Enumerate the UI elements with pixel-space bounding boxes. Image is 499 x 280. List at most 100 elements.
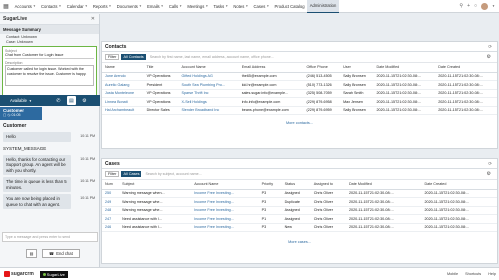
- gear-icon[interactable]: ⚙: [80, 96, 89, 105]
- table-cell[interactable]: Linnea Bonati: [102, 97, 144, 107]
- table-cell[interactable]: Justa Monteleone: [102, 89, 144, 98]
- column-header[interactable]: Assigned to: [310, 180, 346, 190]
- availability-status[interactable]: Available: [10, 98, 27, 103]
- contacts-search-input[interactable]: Search by first name, last name, email a…: [150, 55, 274, 59]
- column-header[interactable]: Account Name: [178, 63, 239, 73]
- bell-icon[interactable]: ○: [474, 3, 477, 9]
- gear-icon[interactable]: ⚙: [487, 171, 491, 177]
- nav-cases[interactable]: Cases ▼: [251, 0, 272, 13]
- column-header[interactable]: Date Modified: [346, 180, 422, 190]
- table-cell[interactable]: X-Sell Holdings: [178, 97, 239, 107]
- nav-emails[interactable]: Emails ▼: [144, 0, 166, 13]
- table-row[interactable]: 250 Warning message when... Income Free In…: [102, 189, 497, 198]
- chevron-down-icon: ▼: [58, 4, 62, 8]
- table-row[interactable]: Aurelio Galang President South Sea Plumbin…: [102, 80, 497, 90]
- end-chat-button[interactable]: ☎ End chat: [42, 248, 80, 258]
- nav-product-catalog[interactable]: Product Catalog: [272, 0, 307, 13]
- attach-button[interactable]: ▤: [26, 248, 37, 258]
- more-cases-link[interactable]: More cases...: [102, 240, 497, 244]
- column-header[interactable]: Status: [281, 180, 311, 190]
- all-cases-filter[interactable]: All Cases: [121, 171, 142, 177]
- column-header[interactable]: Date Created: [421, 180, 497, 190]
- table-cell[interactable]: Income Free Investing...: [191, 189, 259, 198]
- nav-calendar[interactable]: Calendar ▼: [64, 0, 90, 13]
- nav-calls[interactable]: Calls ▼: [166, 0, 184, 13]
- sugarlive-footer-button[interactable]: SugarLive: [39, 270, 68, 278]
- chevron-down-icon[interactable]: ▼: [29, 99, 32, 103]
- filter-button[interactable]: Filter: [105, 54, 120, 60]
- all-contacts-filter[interactable]: All Contacts: [121, 54, 146, 60]
- column-header[interactable]: Account Name: [191, 180, 259, 190]
- table-cell[interactable]: Aurelio Galang: [102, 80, 144, 90]
- column-header[interactable]: Office Phone: [303, 63, 341, 73]
- refresh-icon[interactable]: ⟳: [488, 44, 492, 50]
- table-row[interactable]: Justa Monteleone VP Operations Sparse Thri…: [102, 89, 497, 98]
- description-field[interactable]: Customer called for login issue. Worked …: [5, 65, 94, 86]
- column-header[interactable]: User: [340, 63, 374, 73]
- table-cell[interactable]: 248: [102, 206, 120, 215]
- table-cell: Sally Bronsen: [340, 106, 374, 115]
- table-cell[interactable]: Sparse Thrift Inc: [178, 89, 239, 98]
- column-header[interactable]: Title: [143, 63, 179, 73]
- table-row[interactable]: 249 Warning message whe... Income Free Inv…: [102, 197, 497, 207]
- phone-icon[interactable]: ✆: [54, 96, 63, 105]
- nav-administration[interactable]: Administration: [307, 0, 339, 13]
- table-row[interactable]: Hal Archambeault Director Sales Slender Br…: [102, 106, 497, 115]
- column-header[interactable]: Priority: [258, 180, 282, 190]
- gear-icon[interactable]: ⚙: [487, 54, 491, 60]
- customer-contact-tab[interactable]: Customer ▢ ◷ 01:05: [0, 107, 42, 120]
- nav-reports[interactable]: Reports ▼: [90, 0, 114, 13]
- table-cell[interactable]: Income Free Investing...: [191, 197, 259, 207]
- nav-accounts[interactable]: Accounts ▼: [12, 0, 38, 13]
- cases-search-input[interactable]: Search by subject, account name...: [145, 172, 201, 176]
- table-cell[interactable]: Hal Archambeault: [102, 106, 144, 115]
- nav-meetings[interactable]: Meetings ▼: [185, 0, 211, 13]
- column-header[interactable]: Subject: [119, 180, 192, 190]
- footer-shortcuts-link[interactable]: Shortcuts: [465, 272, 481, 276]
- table-cell[interactable]: Slender Broadband Inc: [178, 106, 239, 115]
- close-icon[interactable]: ✕: [91, 16, 95, 22]
- refresh-icon[interactable]: ⟳: [488, 161, 492, 167]
- more-contacts-link[interactable]: More contacts...: [102, 121, 497, 125]
- nav-label: Calendar: [66, 3, 84, 9]
- chat-message-input[interactable]: Type a message and press enter to send: [2, 232, 98, 242]
- avatar[interactable]: [481, 2, 489, 10]
- table-cell[interactable]: 246: [102, 223, 120, 232]
- nav-documents[interactable]: Documents ▼: [114, 0, 144, 13]
- table-row[interactable]: 248 Warning message whe... Income Free Inv…: [102, 206, 497, 215]
- column-header[interactable]: Date Modified: [373, 63, 436, 73]
- search-icon[interactable]: ⚲: [459, 3, 463, 9]
- nav-tasks[interactable]: Tasks ▼: [211, 0, 231, 13]
- table-cell[interactable]: Gifted Holdings AG: [178, 72, 239, 81]
- sugarcrm-logo[interactable]: sugarcrm: [0, 271, 34, 277]
- table-row[interactable]: June Arendo VP Operations Gifted Holdings …: [102, 72, 497, 81]
- nav-notes[interactable]: Notes ▼: [231, 0, 251, 13]
- chevron-down-icon[interactable]: ▼: [492, 4, 495, 8]
- table-cell[interactable]: 250: [102, 189, 120, 198]
- table-cell[interactable]: June Arendo: [102, 72, 144, 81]
- table-cell[interactable]: Income Free Investing...: [191, 206, 259, 215]
- column-header[interactable]: Email Address: [238, 63, 304, 73]
- app-grid-icon[interactable]: ▦: [0, 0, 12, 13]
- plus-icon[interactable]: +: [467, 3, 470, 9]
- table-cell: 2020-11-15T21:02:30-08:...: [421, 189, 497, 198]
- table-cell[interactable]: Income Free Investing...: [191, 214, 259, 224]
- system-message-label: SYSTEM_MESSAGE: [3, 145, 47, 151]
- chat-icon[interactable]: ▤: [66, 96, 76, 105]
- column-header[interactable]: Name: [102, 63, 144, 73]
- nav-contacts[interactable]: Contacts ▼: [38, 0, 64, 13]
- table-cell[interactable]: 249: [102, 197, 120, 207]
- table-cell: 2020-11-15T21:02:30-08:...: [421, 206, 497, 215]
- table-cell[interactable]: South Sea Plumbing Pro...: [178, 80, 239, 90]
- column-header[interactable]: Num: [102, 180, 120, 190]
- table-row[interactable]: 246 Need assistance with l... Income Free …: [102, 223, 497, 232]
- table-cell[interactable]: Income Free Investing...: [191, 223, 259, 232]
- subject-field[interactable]: Chat from Customer for Login Issue: [5, 53, 94, 59]
- filter-button[interactable]: Filter: [105, 171, 120, 177]
- table-cell[interactable]: 247: [102, 214, 120, 224]
- footer-mobile-link[interactable]: Mobile: [447, 272, 458, 276]
- column-header[interactable]: Date Created: [435, 63, 497, 73]
- table-row[interactable]: 247 Need assistance with l... Income Free …: [102, 214, 497, 224]
- footer-help-link[interactable]: Help: [488, 272, 496, 276]
- table-row[interactable]: Linnea Bonati VP Operations X-Sell Holding…: [102, 97, 497, 107]
